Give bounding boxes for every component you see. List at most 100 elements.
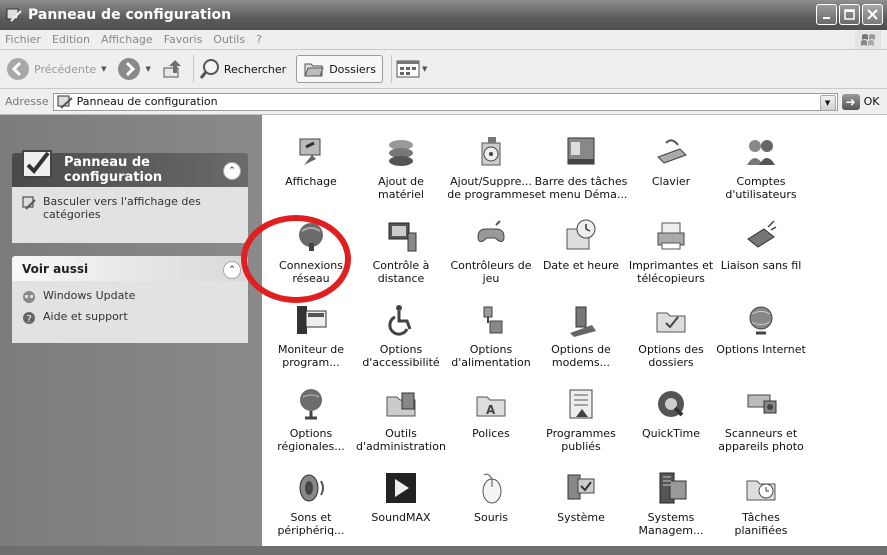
cp-item-label: Options d'accessibilité [362, 343, 440, 369]
maximize-button[interactable] [839, 4, 860, 25]
folder-options-icon [656, 312, 686, 333]
cp-item-liaison-sans-fil[interactable]: Liaison sans fil [716, 219, 806, 303]
help-icon: ? [23, 312, 35, 325]
address-input[interactable]: Panneau de configuration ▼ [52, 92, 838, 111]
see-also-header[interactable]: Voir aussi ⌃ [12, 256, 248, 281]
menu-favorites[interactable]: Favoris [164, 33, 203, 46]
cp-item-barre-des-taches-et-menu-dema[interactable]: Barre des tâches et menu Déma... [534, 135, 628, 219]
add-remove-programs-icon [481, 137, 501, 166]
menu-bar: Fichier Edition Affichage Favoris Outils… [0, 30, 887, 50]
cp-item-label: Options de modems... [551, 343, 611, 369]
cp-item-ajout-suppre-de-programmes[interactable]: Ajout/Suppre... de programmes [446, 135, 536, 219]
menu-edit[interactable]: Edition [52, 33, 90, 46]
toolbar-separator [192, 55, 194, 83]
menu-tools[interactable]: Outils [213, 33, 245, 46]
up-folder-icon [163, 60, 181, 78]
taskbar-icon [567, 137, 595, 165]
fonts-icon: A [476, 396, 506, 417]
cp-item-scanneurs-et-appareils-photo[interactable]: Scanneurs et appareils photo [716, 387, 806, 471]
cp-item-label: Moniteur de program... [277, 343, 345, 369]
views-icon [396, 60, 420, 78]
cp-item-affichage[interactable]: Affichage [266, 135, 356, 219]
forward-button[interactable]: ▼ [117, 54, 151, 84]
address-bar: Adresse Panneau de configuration ▼ ➜ OK [0, 89, 887, 115]
maximize-icon [844, 9, 855, 20]
windows-update-icon [23, 291, 35, 303]
menu-file[interactable]: Fichier [5, 33, 41, 46]
cp-item-connexions-reseau[interactable]: Connexions réseau [266, 219, 356, 303]
collapse-icon[interactable]: ⌃ [223, 162, 241, 180]
monitor-program-icon [297, 306, 327, 334]
power-icon [483, 306, 503, 334]
cp-item-ajout-de-materiel[interactable]: Ajout de matériel [356, 135, 446, 219]
cp-item-label: Comptes d'utilisateurs [725, 175, 797, 201]
windows-update-link[interactable]: Windows Update [22, 289, 238, 304]
close-button[interactable] [862, 4, 883, 25]
cp-item-label: Barre des tâches et menu Déma... [534, 175, 628, 201]
cp-item-imprimantes-et-telecopieurs[interactable]: Imprimantes et télécopieurs [626, 219, 716, 303]
cp-item-moniteur-de-program[interactable]: Moniteur de program... [266, 303, 356, 387]
back-button[interactable]: Précédente ▼ [6, 54, 107, 84]
search-button[interactable]: Rechercher [198, 54, 286, 84]
control-panel-icon [22, 196, 36, 210]
toolbar: Précédente ▼ ▼ Rechercher Dossiers ▼ [0, 50, 887, 89]
cp-item-systeme[interactable]: Système [536, 471, 626, 555]
toolbar-separator [390, 55, 392, 83]
svg-text:A: A [486, 403, 496, 417]
go-arrow-icon: ➜ [841, 93, 860, 110]
menu-view[interactable]: Affichage [101, 33, 153, 46]
cp-item-souris[interactable]: Souris [446, 471, 536, 555]
control-panel-section-body: Basculer vers l'affichage des catégories [12, 187, 248, 243]
cp-item-programmes-publies[interactable]: Programmes publiés [536, 387, 626, 471]
address-label: Adresse [5, 95, 49, 108]
search-label: Rechercher [223, 62, 287, 76]
cp-item-label: Connexions réseau [279, 259, 343, 285]
views-button[interactable]: ▼ [396, 54, 427, 84]
cp-item-sons-et-peripheriq[interactable]: Sons et périphériq... [266, 471, 356, 555]
cp-item-outils-d-administration[interactable]: Outils d'administration [356, 387, 446, 471]
cp-item-options-de-modems[interactable]: Options de modems... [536, 303, 626, 387]
cp-item-clavier[interactable]: Clavier [626, 135, 716, 219]
cp-item-comptes-d-utilisateurs[interactable]: Comptes d'utilisateurs [716, 135, 806, 219]
control-panel-icon [57, 95, 73, 109]
cp-item-systems-managem[interactable]: Systems Managem... [626, 471, 716, 555]
go-button[interactable]: ➜ OK [841, 93, 879, 110]
cp-item-options-d-alimentation[interactable]: Options d'alimentation [446, 303, 536, 387]
up-folder-button[interactable] [161, 54, 185, 84]
cp-item-label: Système [557, 511, 605, 524]
add-hardware-icon [389, 140, 413, 166]
cp-item-taches-planifiees[interactable]: Tâches planifiées [716, 471, 806, 555]
items-grid: Affichage Ajout de matériel Ajout/Suppre..… [266, 135, 806, 555]
cp-item-options-internet[interactable]: Options Internet [716, 303, 806, 387]
help-support-label: Aide et support [43, 310, 128, 323]
address-dropdown-button[interactable]: ▼ [819, 94, 836, 111]
switch-category-view-link[interactable]: Basculer vers l'affichage des catégories [22, 195, 238, 221]
cp-item-controleurs-de-jeu[interactable]: Contrôleurs de jeu [446, 219, 536, 303]
cp-item-date-et-heure[interactable]: Date et heure [536, 219, 626, 303]
menu-help[interactable]: ? [256, 33, 262, 46]
forward-arrow-icon [117, 58, 140, 80]
accessibility-icon [388, 305, 412, 336]
cp-item-options-regionales[interactable]: Options régionales... [266, 387, 356, 471]
cp-item-soundmax[interactable]: SoundMAX [356, 471, 446, 555]
minimize-button[interactable] [816, 4, 837, 25]
folders-button[interactable]: Dossiers [296, 55, 383, 83]
printer-icon [657, 222, 685, 250]
cp-item-quicktime[interactable]: QuickTime [626, 387, 716, 471]
cp-item-options-des-dossiers[interactable]: Options des dossiers [626, 303, 716, 387]
cp-item-controle-a-distance[interactable]: Contrôle à distance [356, 219, 446, 303]
control-panel-section: Panneau de configuration ⌃ Basculer vers… [12, 150, 248, 243]
cp-item-label: Contrôleurs de jeu [450, 259, 532, 285]
control-panel-section-header[interactable]: Panneau de configuration ⌃ [12, 150, 248, 187]
search-icon [199, 59, 219, 79]
folders-icon [304, 63, 324, 77]
collapse-icon[interactable]: ⌃ [223, 260, 241, 279]
help-support-link[interactable]: ? Aide et support [22, 310, 238, 325]
clock-icon [566, 219, 596, 250]
cp-item-polices[interactable]: A Polices [446, 387, 536, 471]
see-also-body: Windows Update ? Aide et support [12, 281, 248, 343]
cp-item-label: Options Internet [716, 343, 806, 356]
cp-item-options-d-accessibilite[interactable]: Options d'accessibilité [356, 303, 446, 387]
control-panel-items-view: Affichage Ajout de matériel Ajout/Suppre..… [262, 115, 887, 546]
cp-item-label: Ajout de matériel [378, 175, 424, 201]
